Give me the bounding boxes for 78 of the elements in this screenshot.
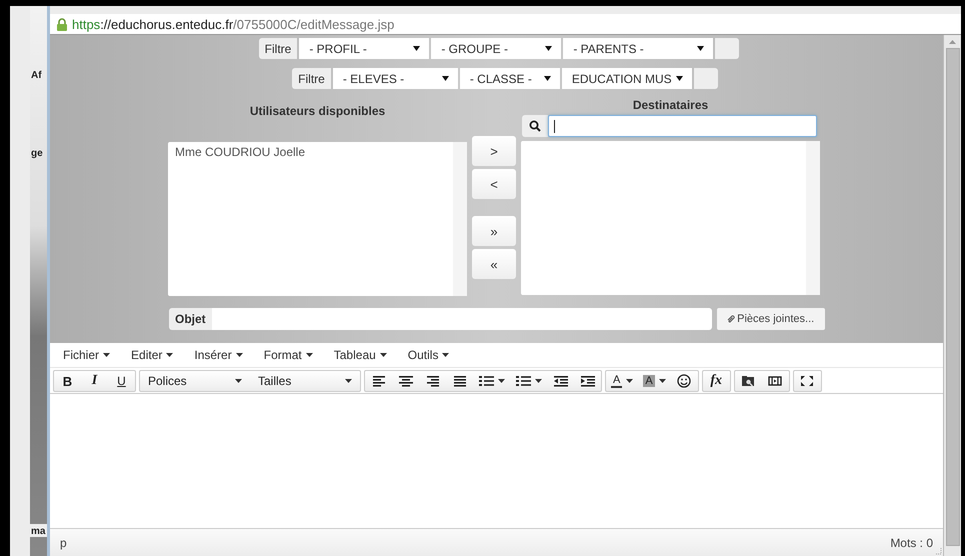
- background-window-text: ge: [30, 147, 44, 159]
- background-window-text: ma: [30, 524, 47, 537]
- filter-dropdown[interactable]: - PARENTS -: [563, 38, 714, 59]
- dropdown-arrow-icon: [442, 76, 449, 81]
- caret-icon: [103, 353, 110, 357]
- bold-button[interactable]: B: [54, 371, 81, 391]
- transfer-button[interactable]: »: [472, 216, 516, 246]
- menu-item[interactable]: Fichier: [63, 348, 110, 362]
- align-icon: [424, 375, 440, 387]
- caret-icon: [345, 379, 352, 383]
- menu-item[interactable]: Tableau: [334, 348, 387, 362]
- indent-icon: [580, 375, 596, 387]
- filter-dropdown[interactable]: - ELEVES -: [332, 68, 458, 89]
- dropdown-arrow-icon: [544, 76, 551, 81]
- text-color-button[interactable]: A: [606, 371, 638, 391]
- scrollbar[interactable]: [806, 141, 820, 295]
- filter-dropdown[interactable]: - PROFIL -: [299, 38, 430, 59]
- scrollbar[interactable]: [453, 142, 467, 296]
- caret-icon: [235, 379, 242, 383]
- film-icon: [768, 375, 782, 387]
- caret-icon: [166, 353, 174, 357]
- caret-icon: [658, 379, 666, 383]
- toolbar-dropdown[interactable]: Tailles: [250, 371, 360, 391]
- dropdown-arrow-icon: [676, 76, 683, 81]
- address-url[interactable]: https://educhorus.enteduc.fr/0755000C/editMessage.jsp: [72, 16, 394, 32]
- align-icon: [370, 375, 386, 387]
- search-icon: [529, 120, 541, 132]
- word-count: Mots : 0: [890, 536, 933, 550]
- subject-field[interactable]: [212, 308, 712, 330]
- transfer-button[interactable]: <: [472, 169, 516, 199]
- filter-dropdown[interactable]: EDUCATION MUS: [562, 68, 692, 89]
- filter-label: Filtre: [292, 68, 331, 89]
- list-heading: Destinataires: [632, 98, 710, 112]
- list-heading: Utilisateurs disponibles: [248, 104, 386, 118]
- toolbar-dropdown[interactable]: Polices: [140, 371, 250, 391]
- menu-item[interactable]: Format: [264, 348, 313, 362]
- underline-button[interactable]: U: [108, 371, 135, 391]
- attachments-button[interactable]: Pièces jointes...: [716, 308, 825, 330]
- menu-item[interactable]: Outils: [408, 348, 450, 362]
- caret-icon: [306, 353, 313, 357]
- expand-icon: [800, 375, 814, 387]
- caret-icon: [498, 379, 505, 383]
- paperclip-icon: [727, 314, 736, 324]
- transfer-button[interactable]: >: [472, 136, 516, 166]
- lock-icon: [56, 18, 68, 30]
- list-item[interactable]: Mme COUDRIOU Joelle: [175, 145, 446, 159]
- caret-icon: [626, 379, 634, 383]
- caret-icon: [380, 353, 387, 357]
- filter-label: Filtre: [258, 38, 298, 59]
- image-icon: [741, 375, 756, 387]
- outdent-icon: [552, 375, 568, 387]
- caret-icon: [442, 353, 450, 357]
- list-icon: [515, 375, 531, 387]
- caret-icon: [236, 353, 243, 357]
- background-color-button[interactable]: A: [638, 371, 671, 391]
- align-icon: [398, 375, 414, 387]
- formula-button[interactable]: fx: [702, 371, 730, 391]
- subject-label: Objet: [169, 308, 212, 330]
- smiley-icon: [677, 374, 692, 388]
- scrollbar[interactable]: [943, 35, 961, 556]
- italic-button[interactable]: I: [81, 371, 108, 391]
- menu-item[interactable]: Editer: [131, 348, 174, 362]
- align-icon: [452, 375, 468, 387]
- background-window-text: Af: [30, 69, 43, 81]
- filter-dropdown[interactable]: - GROUPE -: [431, 38, 562, 59]
- dropdown-arrow-icon: [697, 46, 704, 51]
- available-users-list[interactable]: Mme COUDRIOU Joelle: [168, 142, 467, 296]
- transfer-button[interactable]: «: [472, 249, 516, 279]
- dropdown-arrow-icon: [545, 46, 552, 51]
- dropdown-arrow-icon: [413, 46, 420, 51]
- caret-icon: [535, 379, 542, 383]
- menu-item[interactable]: Insérer: [194, 348, 243, 362]
- resize-grip-icon[interactable]: [934, 547, 942, 555]
- scroll-thumb[interactable]: [946, 48, 960, 546]
- search-field[interactable]: [548, 115, 817, 137]
- element-path: p: [60, 536, 68, 550]
- filter-dropdown[interactable]: - CLASSE -: [460, 68, 560, 89]
- list-icon: [478, 375, 494, 387]
